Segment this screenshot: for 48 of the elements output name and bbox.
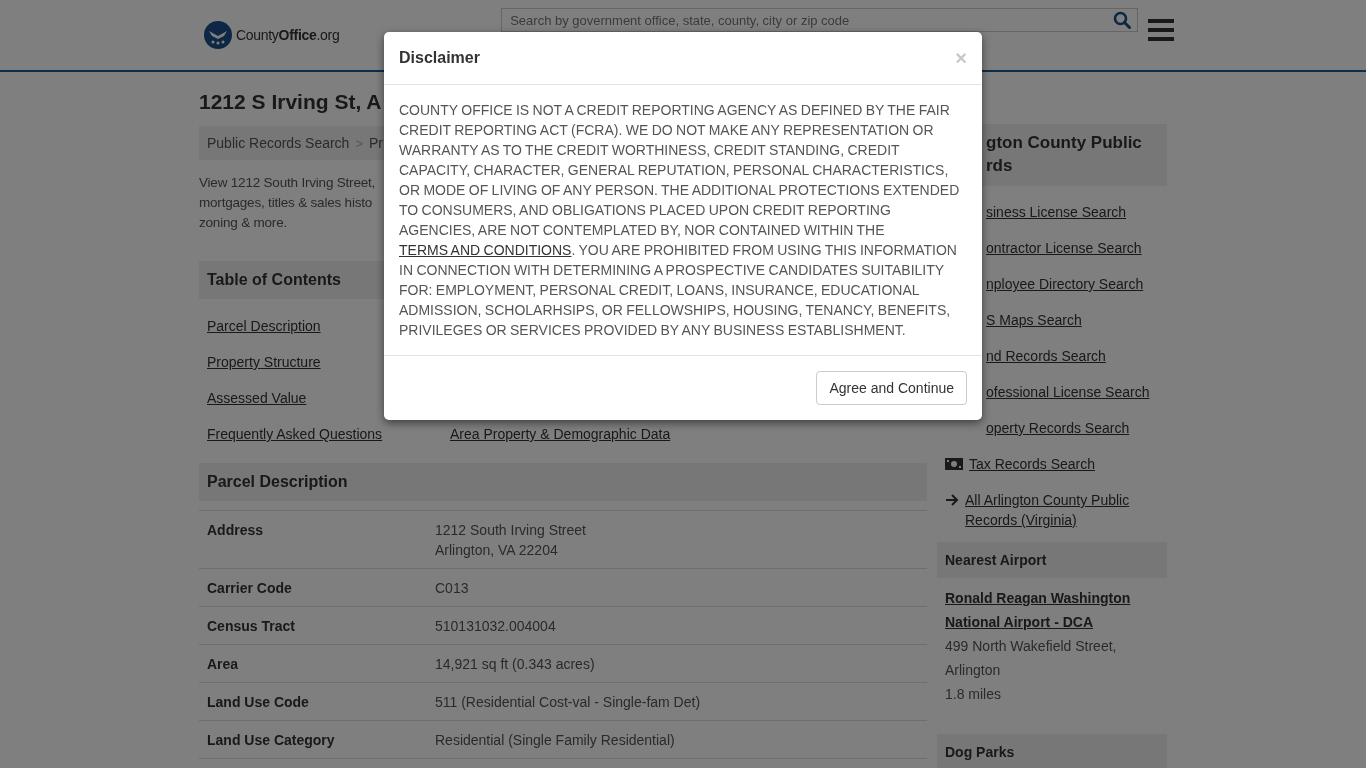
field-value: 1212 South Irving Street Arlington, VA 22204 <box>435 521 586 560</box>
breadcrumb-link[interactable]: Public Records Search <box>207 135 350 151</box>
search-icon <box>1113 11 1131 29</box>
contents-link[interactable]: Assessed Value <box>207 390 307 406</box>
sidebar-heading: Dog Parks <box>937 734 1167 768</box>
field-label: Census Tract <box>207 617 296 636</box>
menu-icon <box>1148 19 1174 41</box>
contents-link[interactable]: Area Property & Demographic Data <box>450 426 671 442</box>
search-field[interactable]: Search by government office, state, county, city or zip code <box>502 12 1107 28</box>
field-label: Area <box>207 655 240 674</box>
sidebar-heading: Nearest Airport <box>937 542 1167 578</box>
dialog-title: Disclaimer <box>399 49 480 67</box>
records-link[interactable]: All Arlington County Public Records (Virginia) <box>965 490 1167 530</box>
breadcrumb-separator: > <box>355 135 363 151</box>
search-bar[interactable]: Search by government office, state, county, city or zip code <box>501 8 1138 32</box>
contents-link[interactable]: Property Structure <box>207 354 321 370</box>
records-link[interactable]: Tax Records Search <box>969 454 1096 474</box>
airport-distance: 1.8 miles <box>945 685 1003 704</box>
site-logo-text[interactable]: CountyOffice.org <box>236 27 340 43</box>
records-link[interactable]: ontractor License Search <box>986 238 1142 258</box>
field-label: Address <box>207 521 265 540</box>
records-link[interactable]: siness License Search <box>986 202 1127 222</box>
page-title: 1212 S Irving St, A <box>199 90 382 114</box>
airport-address: 499 North Wakefield Street, Arlington <box>945 637 1118 680</box>
field-value: 14,921 sq ft (0.343 acres) <box>435 655 595 674</box>
airport-link[interactable]: Ronald Reagan Washington National Airport - DCA <box>945 586 1159 634</box>
records-link[interactable]: ofessional License Search <box>986 382 1150 402</box>
records-link[interactable]: nd Records Search <box>986 346 1106 366</box>
contents-link[interactable]: Frequently Asked Questions <box>207 426 383 442</box>
field-value: 510131032.004004 <box>435 617 556 636</box>
field-value: 511 (Residential Cost-val - Single-fam Det) <box>435 693 701 712</box>
contents-link[interactable]: Parcel Description <box>207 318 321 334</box>
field-label: Carrier Code <box>207 579 293 598</box>
field-value: Residential (Single Family Residential) <box>435 731 675 750</box>
menu-button[interactable] <box>1148 19 1174 41</box>
arrow-icon <box>945 494 959 506</box>
field-value: C013 <box>435 579 469 598</box>
records-link[interactable]: nployee Directory Search <box>986 274 1144 294</box>
section-heading: Parcel Description <box>199 463 927 501</box>
agree-button[interactable]: Agree and Continue <box>816 371 967 405</box>
records-link[interactable]: S Maps Search <box>986 310 1082 330</box>
money-icon <box>945 458 963 470</box>
records-link[interactable]: operty Records Search <box>986 418 1130 438</box>
field-label: Land Use Code <box>207 693 310 712</box>
logo-icon <box>204 21 232 49</box>
description-text: View 1212 South Irving Street, mortgages, titles & sales histo zoning & more. <box>199 174 376 232</box>
field-label: Land Use Category <box>207 731 336 750</box>
breadcrumb-link[interactable]: Pr <box>369 135 383 151</box>
